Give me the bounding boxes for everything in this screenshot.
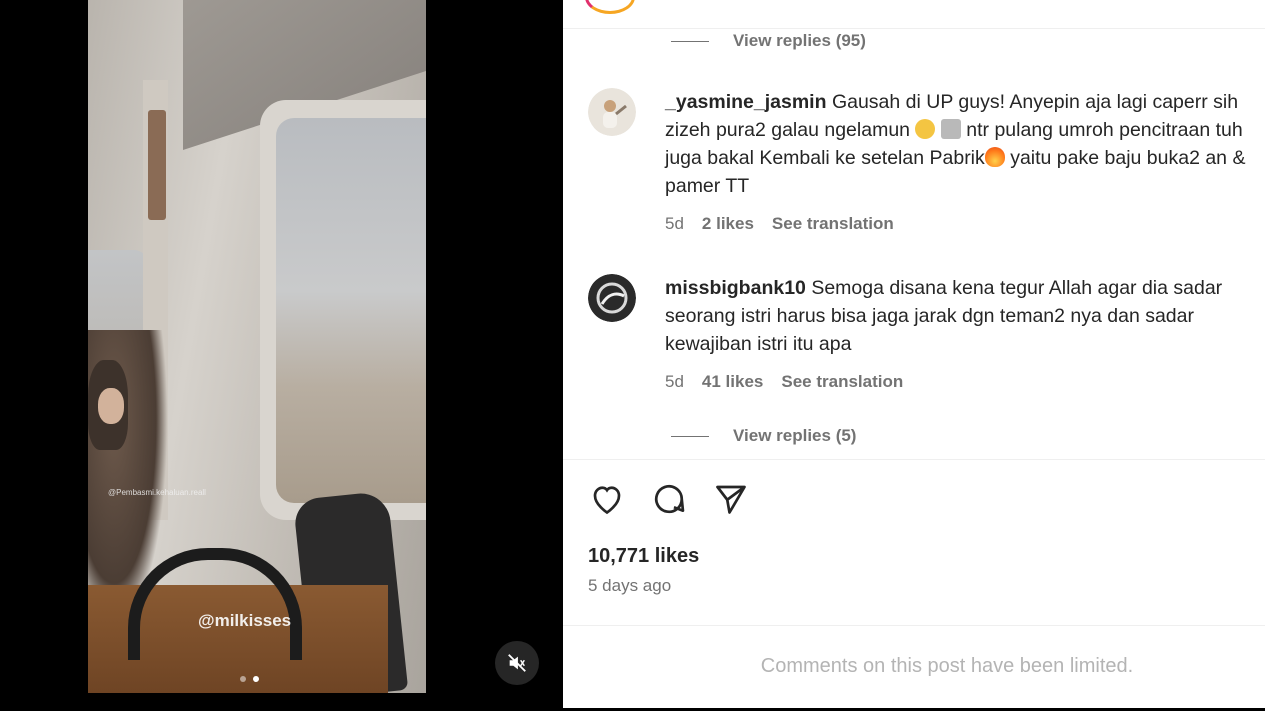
comment-age: 5d	[665, 372, 684, 391]
comment-likes[interactable]: 41 likes	[702, 372, 763, 392]
comments-panel: View replies (95) _yasmine_jasmin Gausah…	[563, 0, 1265, 708]
comment-text: _yasmine_jasmin Gausah di UP guys! Anyep…	[665, 88, 1265, 200]
post-video[interactable]: @Pembasmi.kehaluan.reall @milkisses	[88, 0, 426, 693]
video-scene-person-face	[98, 388, 124, 424]
video-overlay-handle: @Pembasmi.kehaluan.reall	[108, 488, 206, 497]
rolling-laughing-emoji-icon	[915, 119, 936, 139]
see-translation-button[interactable]: See translation	[772, 214, 894, 234]
comment-username[interactable]: missbigbank10	[665, 277, 806, 299]
muted-speaker-icon	[508, 654, 526, 672]
see-translation-button[interactable]: See translation	[781, 372, 903, 392]
user-avatar-icon	[588, 274, 636, 322]
comment-text: missbigbank10 Semoga disana kena tegur A…	[665, 274, 1265, 358]
comment-avatar[interactable]	[588, 88, 636, 136]
comment-age: 5d	[665, 214, 684, 233]
share-button[interactable]	[712, 480, 750, 518]
view-replies-label: View replies (95)	[733, 31, 866, 50]
divider	[563, 459, 1265, 460]
video-scene-sign	[148, 110, 166, 220]
view-replies-button[interactable]: View replies (95)	[671, 31, 866, 51]
comment-meta: 5d 2 likes See translation	[665, 214, 894, 234]
carousel-dots	[240, 676, 259, 682]
video-scene-window-glass	[276, 118, 426, 503]
post-likes-count[interactable]: 10,771 likes	[588, 545, 699, 568]
user-avatar-icon	[588, 88, 636, 136]
divider	[563, 625, 1265, 626]
author-avatar[interactable]	[585, 0, 635, 14]
comment-likes[interactable]: 2 likes	[702, 214, 754, 234]
post-actions	[588, 480, 750, 518]
sticker-emoji-icon	[940, 119, 961, 139]
post-media-area: @Pembasmi.kehaluan.reall @milkisses	[0, 0, 562, 711]
comment-meta: 5d 41 likes See translation	[665, 372, 903, 392]
fire-emoji-icon	[984, 147, 1005, 167]
post-header	[563, 0, 1265, 29]
like-button[interactable]	[588, 480, 626, 518]
post-timestamp[interactable]: 5 days ago	[588, 576, 671, 596]
video-watermark: @milkisses	[198, 611, 292, 630]
view-replies-button[interactable]: View replies (5)	[671, 426, 856, 446]
carousel-dot-2[interactable]	[253, 676, 259, 682]
comments-limited-notice: Comments on this post have been limited.	[760, 655, 1134, 677]
comment-avatar[interactable]	[588, 274, 636, 322]
comment-bubble-icon	[654, 484, 685, 514]
mute-button[interactable]	[495, 641, 539, 685]
carousel-dot-1[interactable]	[240, 676, 246, 682]
comment-username[interactable]: _yasmine_jasmin	[665, 91, 827, 113]
paper-plane-icon	[716, 485, 746, 514]
heart-icon	[593, 486, 621, 515]
comment-button[interactable]	[650, 480, 688, 518]
view-replies-label: View replies (5)	[733, 426, 857, 445]
replies-line	[671, 435, 709, 437]
replies-line	[671, 40, 709, 42]
